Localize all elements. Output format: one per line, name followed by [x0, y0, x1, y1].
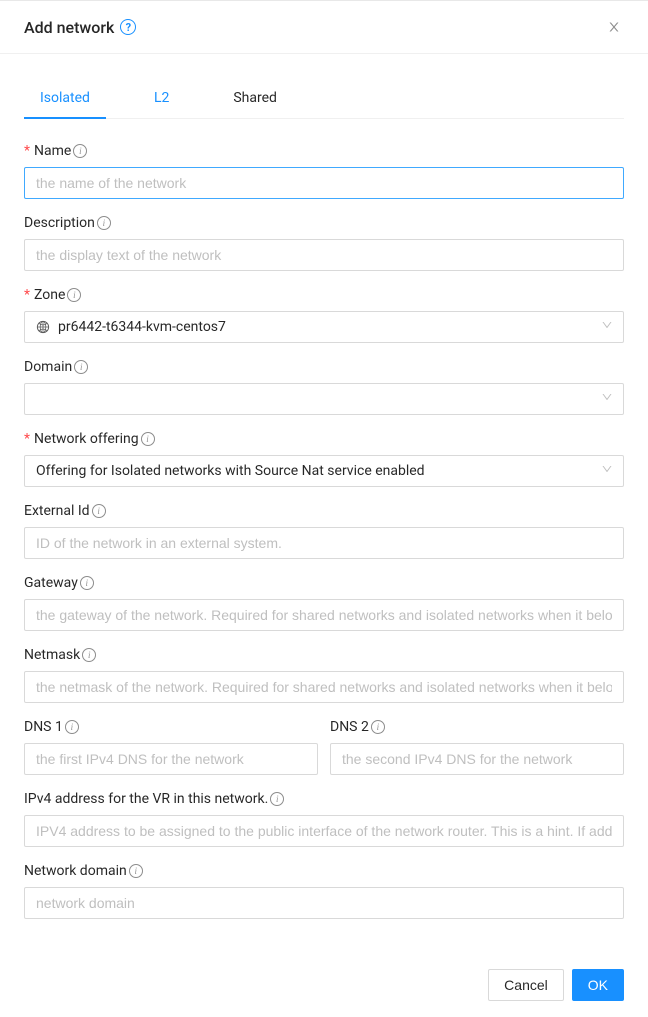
gateway-label-text: Gateway — [24, 575, 78, 591]
info-icon[interactable]: i — [270, 792, 284, 806]
tab-l2[interactable]: L2 — [138, 78, 185, 118]
modal-footer: Cancel OK — [0, 959, 648, 1017]
required-mark: * — [24, 287, 30, 303]
form-row-external-id: External Idi — [24, 503, 624, 559]
info-icon[interactable]: i — [141, 432, 155, 446]
network-offering-label-text: Network offering — [34, 431, 139, 447]
info-icon[interactable]: i — [92, 504, 106, 518]
name-label-text: Name — [34, 143, 71, 159]
form-row-domain: Domaini — [24, 359, 624, 415]
modal-title-text: Add network — [24, 18, 114, 37]
description-input[interactable] — [24, 239, 624, 271]
dns2-input[interactable] — [330, 743, 624, 775]
description-label-text: Description — [24, 215, 95, 231]
network-offering-select-value: Offering for Isolated networks with Sour… — [36, 463, 425, 479]
domain-select-wrapper — [24, 383, 624, 415]
dns1-label-text: DNS 1 — [24, 719, 63, 735]
form-col-dns2: DNS 2i — [330, 719, 624, 775]
dns1-label: DNS 1i — [24, 719, 318, 735]
form-row-dns: DNS 1i DNS 2i — [24, 719, 624, 775]
zone-label-text: Zone — [34, 287, 65, 303]
zone-select[interactable]: pr6442-t6344-kvm-centos7 — [24, 311, 624, 343]
info-icon[interactable]: i — [129, 864, 143, 878]
info-icon[interactable]: i — [82, 648, 96, 662]
ipv4-vr-input[interactable] — [24, 815, 624, 847]
external-id-input[interactable] — [24, 527, 624, 559]
network-domain-label-text: Network domain — [24, 863, 127, 879]
gateway-label: Gatewayi — [24, 575, 624, 591]
cancel-button[interactable]: Cancel — [488, 969, 564, 1001]
zone-select-wrapper: pr6442-t6344-kvm-centos7 — [24, 311, 624, 343]
modal-title: Add network ? — [24, 18, 136, 37]
close-icon — [607, 20, 621, 34]
network-offering-label: *Network offeringi — [24, 431, 624, 447]
form-row-gateway: Gatewayi — [24, 575, 624, 631]
network-offering-select[interactable]: Offering for Isolated networks with Sour… — [24, 455, 624, 487]
netmask-input[interactable] — [24, 671, 624, 703]
form-col-dns1: DNS 1i — [24, 719, 318, 775]
modal-header: Add network ? — [0, 1, 648, 54]
info-icon[interactable]: i — [97, 216, 111, 230]
tab-isolated[interactable]: Isolated — [24, 78, 106, 118]
form-row-network-domain: Network domaini — [24, 863, 624, 919]
required-mark: * — [24, 431, 30, 447]
add-network-modal: Add network ? Isolated L2 Shared *Namei … — [0, 0, 648, 1017]
netmask-label-text: Netmask — [24, 647, 80, 663]
dns1-input[interactable] — [24, 743, 318, 775]
form-row-network-offering: *Network offeringi Offering for Isolated… — [24, 431, 624, 487]
form-row-zone: *Zonei pr6442-t6344-kvm-centos7 — [24, 287, 624, 343]
domain-select[interactable] — [24, 383, 624, 415]
network-domain-input[interactable] — [24, 887, 624, 919]
globe-icon — [36, 320, 50, 334]
netmask-label: Netmaski — [24, 647, 624, 663]
form-row-name: *Namei — [24, 143, 624, 199]
info-icon[interactable]: i — [74, 360, 88, 374]
network-offering-select-wrapper: Offering for Isolated networks with Sour… — [24, 455, 624, 487]
tab-shared[interactable]: Shared — [217, 78, 293, 118]
dns2-label-text: DNS 2 — [330, 719, 369, 735]
domain-label: Domaini — [24, 359, 624, 375]
zone-select-value: pr6442-t6344-kvm-centos7 — [58, 319, 226, 335]
help-icon[interactable]: ? — [120, 19, 136, 35]
tabs: Isolated L2 Shared — [24, 78, 624, 119]
info-icon[interactable]: i — [80, 576, 94, 590]
external-id-label-text: External Id — [24, 503, 90, 519]
info-icon[interactable]: i — [67, 288, 81, 302]
info-icon[interactable]: i — [371, 720, 385, 734]
ipv4-vr-label-text: IPv4 address for the VR in this network. — [24, 791, 268, 807]
form-row-ipv4-vr: IPv4 address for the VR in this network.… — [24, 791, 624, 847]
domain-label-text: Domain — [24, 359, 72, 375]
name-input[interactable] — [24, 167, 624, 199]
external-id-label: External Idi — [24, 503, 624, 519]
required-mark: * — [24, 143, 30, 159]
close-button[interactable] — [604, 17, 624, 37]
name-label: *Namei — [24, 143, 624, 159]
description-label: Descriptioni — [24, 215, 624, 231]
modal-body: Isolated L2 Shared *Namei Descriptioni *… — [0, 54, 648, 959]
gateway-input[interactable] — [24, 599, 624, 631]
info-icon[interactable]: i — [65, 720, 79, 734]
info-icon[interactable]: i — [73, 144, 87, 158]
ok-button[interactable]: OK — [572, 969, 624, 1001]
zone-label: *Zonei — [24, 287, 624, 303]
network-domain-label: Network domaini — [24, 863, 624, 879]
ipv4-vr-label: IPv4 address for the VR in this network.… — [24, 791, 624, 807]
form-row-netmask: Netmaski — [24, 647, 624, 703]
dns2-label: DNS 2i — [330, 719, 624, 735]
form-row-description: Descriptioni — [24, 215, 624, 271]
